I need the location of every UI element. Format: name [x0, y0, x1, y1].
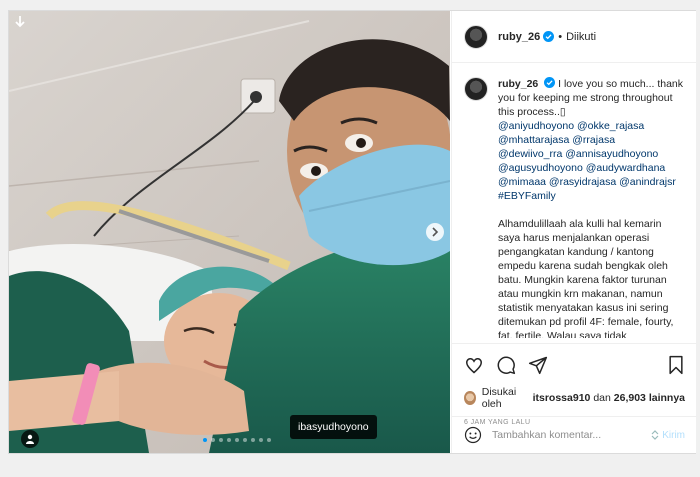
- carousel-indicator: [203, 438, 271, 442]
- photo-illustration: [9, 11, 450, 453]
- instagram-post-window: ibasyudhoyono ruby_26 • Diikuti ruby_26 …: [8, 10, 697, 454]
- carousel-dot: [211, 438, 215, 442]
- send-label[interactable]: Kirim: [662, 430, 685, 441]
- user-tag-label[interactable]: ibasyudhoyono: [290, 415, 377, 439]
- carousel-dot: [259, 438, 263, 442]
- comment-icon[interactable]: [496, 355, 516, 375]
- stepper-icon: [651, 430, 659, 440]
- send-button[interactable]: Kirim: [651, 430, 685, 441]
- action-bar: Disukai oleh itsrossa910 dan 26,903 lain…: [452, 343, 697, 426]
- avatar[interactable]: [464, 24, 488, 49]
- share-icon[interactable]: [528, 355, 548, 375]
- caption-username[interactable]: ruby_26: [498, 78, 538, 90]
- carousel-dot: [219, 438, 223, 442]
- verified-badge-icon: [544, 77, 556, 88]
- carousel-next-button[interactable]: [426, 223, 444, 241]
- mention-line[interactable]: @mimaaa @rasyidrajasa @anindrajsr: [498, 175, 684, 189]
- likes-count[interactable]: 26,903: [614, 392, 646, 404]
- avatar[interactable]: [464, 77, 488, 101]
- mention-line[interactable]: @mhattarajasa @rrajasa: [498, 133, 684, 147]
- post-side-panel: ruby_26 • Diikuti ruby_26 I love you so …: [451, 11, 697, 453]
- verified-badge-icon: [543, 31, 555, 42]
- header-username[interactable]: ruby_26: [498, 31, 540, 43]
- tagged-users-icon[interactable]: [21, 430, 39, 448]
- mention-line[interactable]: @aniyudhoyono @okke_rajasa: [498, 119, 684, 133]
- heart-icon[interactable]: [464, 355, 484, 375]
- avatar[interactable]: [464, 391, 476, 405]
- download-icon[interactable]: [13, 15, 27, 34]
- carousel-dot: [251, 438, 255, 442]
- likes-suffix[interactable]: lainnya: [649, 392, 685, 404]
- caption-body: Alhamdulillaah ala kulli hal kemarin say…: [498, 218, 674, 338]
- carousel-dot: [243, 438, 247, 442]
- carousel-dot: [227, 438, 231, 442]
- chevron-right-icon: [432, 227, 439, 237]
- caption-text: ruby_26 I love you so much... thank you …: [498, 77, 684, 338]
- mention-line[interactable]: @dewiivo_rra @annisayudhoyono: [498, 147, 684, 161]
- follow-button[interactable]: Diikuti: [566, 31, 596, 43]
- comment-bar: Tambahkan komentar... Kirim: [452, 416, 697, 453]
- post-header: ruby_26 • Diikuti: [452, 11, 696, 63]
- likes-user[interactable]: itsrossa910: [533, 392, 591, 404]
- carousel-dot: [203, 438, 207, 442]
- emoji-icon[interactable]: [464, 426, 482, 444]
- hashtag-link[interactable]: #EBYFamily: [498, 189, 684, 203]
- carousel-dot: [235, 438, 239, 442]
- carousel-dot: [267, 438, 271, 442]
- caption-area: ruby_26 I love you so much... thank you …: [452, 63, 696, 338]
- mention-line[interactable]: @agusyudhoyono @audywardhana: [498, 161, 684, 175]
- header-separator: •: [558, 30, 563, 43]
- likes-prefix: Disukai oleh: [481, 386, 517, 410]
- likes-summary: Disukai oleh itsrossa910 dan 26,903 lain…: [464, 386, 685, 410]
- post-photo[interactable]: ibasyudhoyono: [9, 11, 450, 453]
- likes-joiner: dan: [593, 392, 611, 404]
- comment-input[interactable]: Tambahkan komentar...: [492, 429, 651, 441]
- bookmark-icon[interactable]: [667, 355, 685, 375]
